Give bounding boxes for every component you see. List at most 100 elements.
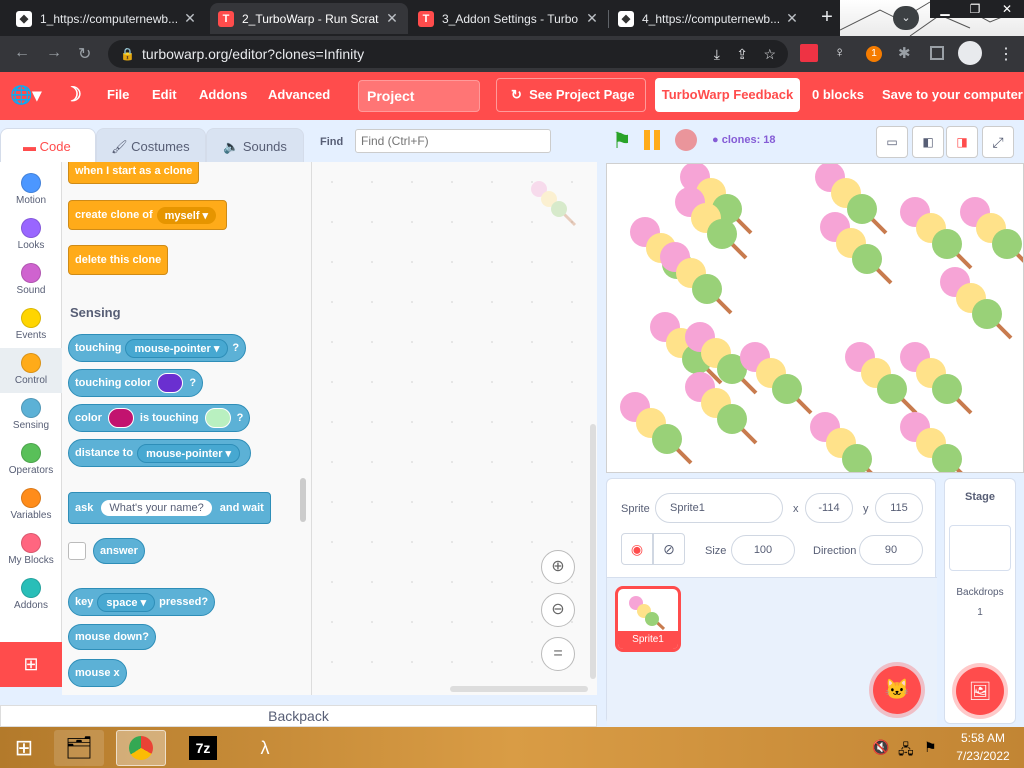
category-operators[interactable]: Operators [0, 438, 62, 483]
close-tab-icon[interactable]: ✕ [182, 10, 198, 27]
mouse-down-block[interactable]: mouse down? [68, 624, 156, 650]
tab-code[interactable]: ▬ Code [0, 128, 96, 164]
category-addons[interactable]: Addons [0, 573, 62, 618]
color-swatch[interactable] [107, 408, 134, 428]
fullscreen-icon[interactable]: ⤢ [982, 126, 1014, 158]
show-sprite-eye-icon[interactable]: ◉ [621, 533, 653, 565]
bookmark-star-icon[interactable]: ☆ [763, 40, 776, 68]
browser-tab-4[interactable]: ◆ 4_https://computernewb... ✕ [610, 3, 808, 34]
workspace-horizontal-scrollbar[interactable] [450, 686, 588, 692]
find-input[interactable] [355, 129, 551, 153]
profile-avatar[interactable] [958, 41, 982, 65]
forward-icon[interactable]: → [46, 44, 62, 62]
green-flag-icon[interactable]: ⚑ [612, 128, 632, 154]
x-input[interactable]: -114 [805, 493, 853, 523]
tab-sounds[interactable]: 🔈 Sounds [206, 128, 304, 164]
pause-icon[interactable] [642, 130, 664, 152]
add-extension-button[interactable]: ⊞ [0, 642, 62, 687]
direction-input[interactable]: 90 [859, 535, 923, 565]
palette-scrollbar[interactable] [300, 478, 306, 522]
category-looks[interactable]: Looks [0, 213, 62, 258]
browser-tab-3[interactable]: T 3_Addon Settings - Turbo ✕ [410, 3, 608, 34]
category-variables[interactable]: Variables [0, 483, 62, 528]
small-stage-icon[interactable]: ◧ [912, 126, 944, 158]
7zip-icon[interactable]: 7z [178, 730, 228, 766]
mouse-x-block[interactable]: mouse x [68, 659, 127, 687]
file-explorer-icon[interactable]: 🗂 [54, 730, 104, 766]
save-to-computer-button[interactable]: Save to your computer [882, 72, 1023, 120]
share-icon[interactable]: ⇪ [736, 40, 748, 68]
zoom-in-button[interactable]: ⊕ [541, 550, 575, 584]
script-workspace[interactable]: ⊕ ⊖ = [311, 162, 597, 695]
volume-muted-icon[interactable]: 🔇 [872, 739, 889, 756]
feedback-button[interactable]: TurboWarp Feedback [655, 78, 800, 112]
console-icon[interactable]: ▭ [876, 126, 908, 158]
large-stage-icon[interactable]: ◨ [946, 126, 978, 158]
category-events[interactable]: Events [0, 303, 62, 348]
chrome-menu-icon[interactable]: ⋮ [998, 44, 1014, 64]
menu-addons[interactable]: Addons [199, 72, 247, 120]
install-icon[interactable]: ⤓ [714, 40, 720, 68]
color-swatch[interactable] [204, 408, 231, 428]
ask-text-input[interactable]: What's your name? [101, 500, 212, 516]
close-tab-icon[interactable]: ✕ [784, 10, 800, 27]
zoom-out-button[interactable]: ⊖ [541, 593, 575, 627]
zoom-reset-button[interactable]: = [541, 637, 575, 671]
menu-edit[interactable]: Edit [152, 72, 177, 120]
menu-advanced[interactable]: Advanced [268, 72, 330, 120]
answer-block[interactable]: answer [93, 538, 145, 564]
clone-target-dropdown[interactable]: myself ▾ [156, 206, 217, 224]
action-center-icon[interactable]: ⚑ [924, 739, 937, 756]
reload-icon[interactable]: ↻ [78, 44, 91, 64]
extensions-puzzle-icon[interactable]: ✱ [898, 44, 911, 62]
choose-backdrop-icon[interactable]: 🖼 [956, 667, 1004, 715]
new-tab-button[interactable]: + [814, 5, 840, 31]
touching-block[interactable]: touching mouse-pointer ▾ ? [68, 334, 247, 362]
distance-target-dropdown[interactable]: mouse-pointer ▾ [137, 443, 241, 463]
delete-clone-block[interactable]: delete this clone [68, 245, 169, 275]
stage-selector-panel[interactable]: Stage Backdrops 1 🖼 [944, 478, 1016, 724]
stage-thumbnail[interactable] [949, 525, 1011, 571]
lightbulb-extension-icon[interactable]: ♀ [834, 44, 845, 61]
side-panel-icon[interactable] [930, 46, 944, 60]
y-input[interactable]: 115 [875, 493, 923, 523]
tab-costumes[interactable]: 🖌 Costumes [96, 128, 206, 164]
lock-icon[interactable]: 🔒 [120, 40, 135, 68]
extension-icon[interactable] [800, 44, 818, 62]
stop-icon[interactable] [675, 129, 697, 151]
category-sensing[interactable]: Sensing [0, 393, 62, 438]
back-icon[interactable]: ← [14, 44, 30, 62]
choose-sprite-cat-icon[interactable]: 🐱 [873, 666, 921, 714]
see-project-page-button[interactable]: ↻ See Project Page [496, 78, 646, 112]
close-tab-icon[interactable]: ✕ [584, 10, 600, 27]
extension-badge[interactable]: 1 [866, 46, 882, 62]
category-motion[interactable]: Motion [0, 168, 62, 213]
key-dropdown[interactable]: space ▾ [97, 592, 156, 612]
minimize-icon[interactable]: ▁ [930, 0, 960, 18]
size-input[interactable]: 100 [731, 535, 795, 565]
address-bar[interactable]: 🔒 turbowarp.org/editor?clones=Infinity ⤓… [108, 40, 788, 68]
theme-moon-icon[interactable]: ☽ [64, 72, 82, 120]
key-pressed-block[interactable]: key space ▾ pressed? [68, 588, 216, 616]
clock-date[interactable]: 7/23/2022 [948, 749, 1018, 763]
category-sound[interactable]: Sound [0, 258, 62, 303]
restore-icon[interactable]: ❐ [960, 0, 990, 18]
start-windows-icon[interactable]: ⊞ [0, 730, 48, 766]
category-my-blocks[interactable]: My Blocks [0, 528, 62, 573]
answer-monitor-checkbox[interactable] [68, 542, 86, 560]
workspace-vertical-scrollbar[interactable] [590, 424, 596, 679]
distance-to-block[interactable]: distance to mouse-pointer ▾ [68, 439, 252, 467]
project-title-input[interactable]: Project [358, 80, 480, 112]
close-window-icon[interactable]: ✕ [990, 0, 1024, 18]
when-start-as-clone-block[interactable]: when I start as a clone [68, 162, 200, 184]
category-control[interactable]: Control [0, 348, 62, 393]
language-globe-icon[interactable]: 🌐▾ [10, 72, 41, 120]
sprite-name-input[interactable]: Sprite1 [655, 493, 783, 523]
close-tab-icon[interactable]: ✕ [384, 10, 400, 27]
clock-time[interactable]: 5:58 AM [948, 731, 1018, 745]
menu-file[interactable]: File [107, 72, 129, 120]
sprite-thumbnail[interactable]: Sprite1 [615, 586, 681, 652]
backpack-header[interactable]: Backpack [0, 705, 597, 727]
network-icon[interactable]: 🖧 [898, 739, 914, 763]
stage-canvas[interactable] [606, 162, 1024, 485]
